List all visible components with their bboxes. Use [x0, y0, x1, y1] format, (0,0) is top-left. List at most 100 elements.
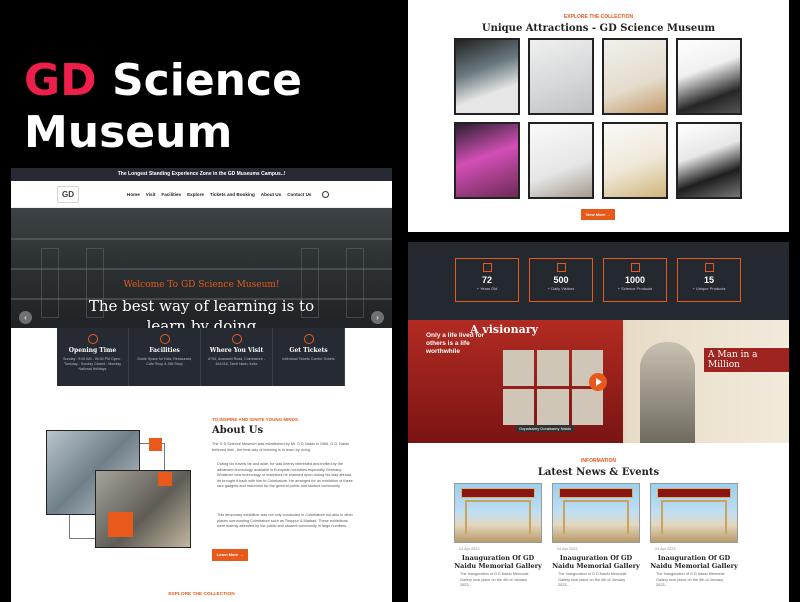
- orange-accent: [149, 438, 162, 451]
- ticket-icon: [303, 334, 314, 344]
- stat-number: 500: [553, 275, 569, 285]
- card-desc: Individual Tickets Combo Tickets: [282, 357, 335, 361]
- banner-subtitle: Welcome To GD Science Museum!: [123, 280, 280, 290]
- news-list: 24 Apr 2023 Inauguration Of GD Naidu Mem…: [454, 483, 738, 589]
- news-card-title: Inauguration Of GD Naidu Memorial Galler…: [454, 554, 542, 570]
- info-card-tickets[interactable]: Get Tickets Individual Tickets Combo Tick…: [273, 328, 345, 386]
- news-date: 24 Apr 2023: [655, 547, 676, 551]
- building-icon: [159, 334, 170, 344]
- collection-item[interactable]: [602, 122, 668, 199]
- news-title: Latest News & Events: [537, 467, 660, 478]
- hero-title-gd: GD: [24, 55, 97, 106]
- menu-about[interactable]: About Us: [261, 192, 281, 197]
- news-card[interactable]: 24 Apr 2023 Inauguration Of GD Naidu Mem…: [454, 483, 542, 589]
- hero-title-museum: Museum: [24, 107, 233, 158]
- card-title: Opening Time: [68, 347, 117, 354]
- menu: Home Visit Facilities Explore Tickets an…: [127, 192, 311, 197]
- news-section: INFORMATION Latest News & Events 24 Apr …: [408, 443, 789, 602]
- stats-band: 72 + Years Old 500 + Daily Visitors 1000 + …: [408, 242, 789, 320]
- news-image: [454, 483, 542, 543]
- stat-label: + Daily Visitors: [547, 286, 575, 291]
- menu-facilities[interactable]: Facilities: [161, 192, 181, 197]
- collection-item[interactable]: [676, 38, 742, 115]
- photo-wall: [503, 350, 603, 425]
- video-section: A visionary Only a life lived for others…: [408, 320, 789, 443]
- explore-collection-tag: EXPLORE THE COLLECTION: [168, 592, 235, 597]
- showcase-canvas: GD Science Museum The Longest Standing E…: [0, 0, 800, 602]
- museum-icon: [482, 263, 492, 272]
- news-card-desc: The Inauguration of G D Naidu Memorial G…: [460, 572, 529, 587]
- card-desc: Guide Space for Kids, Restaurant, Cafe S…: [137, 357, 192, 366]
- collection-grid: [454, 38, 744, 199]
- view-more-button[interactable]: View More →: [581, 209, 615, 220]
- play-icon[interactable]: [589, 373, 607, 391]
- banner-title: The best way of learning is to learn by …: [88, 297, 315, 328]
- search-icon[interactable]: [322, 190, 330, 198]
- stat-years: 72 + Years Old: [455, 258, 519, 302]
- info-cards: Opening Time Sunday : 9:00 AM - 06:30 PM …: [57, 328, 345, 386]
- gallery-icon: [704, 263, 714, 272]
- info-card-location[interactable]: Where You Visit #734, Avanashi Road, Coim…: [201, 328, 273, 386]
- stat-number: 72: [481, 275, 492, 285]
- hero-title: GD Science Museum: [24, 55, 302, 159]
- stat-label: + Years Old: [476, 286, 498, 291]
- stat-number: 1000: [624, 275, 646, 285]
- collection-item[interactable]: [602, 38, 668, 115]
- stat-label: + Unique Products: [692, 286, 726, 291]
- news-tag: INFORMATION: [581, 458, 616, 464]
- collection-item[interactable]: [454, 122, 520, 199]
- logo-text: GD: [62, 189, 74, 199]
- collection-item[interactable]: [676, 122, 742, 199]
- about-para-3: This temporary exhibition was not only c…: [217, 513, 353, 528]
- location-pin-icon: [231, 334, 242, 344]
- news-date: 24 Apr 2023: [459, 547, 480, 551]
- news-card[interactable]: 24 Apr 2023 Inauguration Of GD Naidu Mem…: [552, 483, 640, 589]
- collection-item[interactable]: [528, 38, 594, 115]
- prev-arrow-icon[interactable]: ‹: [19, 311, 32, 324]
- people-icon: [556, 263, 566, 272]
- about-title: About Us: [212, 425, 264, 436]
- main-nav: GD Home Visit Facilities Explore Tickets…: [11, 181, 392, 208]
- news-card[interactable]: 24 Apr 2023 Inauguration Of GD Naidu Mem…: [650, 483, 738, 589]
- menu-contact[interactable]: Contact Us: [287, 192, 311, 197]
- about-para-2: During his travels far and wide, he was …: [217, 462, 353, 488]
- stat-number: 15: [703, 275, 714, 285]
- stat-label: + Science Products: [617, 286, 653, 291]
- collection-section: EXPLORE THE COLLECTION Unique Attraction…: [408, 0, 789, 232]
- next-arrow-icon[interactable]: ›: [371, 311, 384, 324]
- news-image: [552, 483, 640, 543]
- menu-tickets[interactable]: Tickets and Booking: [210, 192, 255, 197]
- news-card-title: Inauguration Of GD Naidu Memorial Galler…: [650, 554, 738, 570]
- hero-banner: Welcome To GD Science Museum! The best w…: [11, 208, 392, 328]
- news-image: [650, 483, 738, 543]
- collection-tag: EXPLORE THE COLLECTION: [563, 14, 634, 20]
- info-card-facilities[interactable]: Facilities Guide Space for Kids, Restaura…: [129, 328, 201, 386]
- card-title: Facilities: [149, 347, 180, 354]
- orange-accent: [158, 472, 172, 486]
- frame-icon: [630, 263, 640, 272]
- collection-item[interactable]: [528, 122, 594, 199]
- menu-home[interactable]: Home: [127, 192, 140, 197]
- stat-products: 1000 + Science Products: [603, 258, 667, 302]
- site-logo[interactable]: GD: [57, 185, 79, 203]
- news-card-desc: The Inauguration of G D Naidu Memorial G…: [558, 572, 627, 587]
- portrait-caption: Gopalsamy Doraisamy Naidu: [516, 425, 575, 432]
- info-card-opening[interactable]: Opening Time Sunday : 9:00 AM - 06:30 PM …: [57, 328, 129, 386]
- menu-visit[interactable]: Visit: [146, 192, 156, 197]
- stats-row: 72 + Years Old 500 + Daily Visitors 1000 + …: [455, 258, 741, 302]
- clock-icon: [87, 334, 98, 344]
- portrait-image: [640, 342, 695, 443]
- card-desc: Sunday : 9:00 AM - 06:30 PM Open : Tuesd…: [63, 357, 122, 371]
- orange-accent: [108, 512, 133, 537]
- learn-more-button[interactable]: Learn More →: [212, 549, 248, 561]
- menu-explore[interactable]: Explore: [187, 192, 204, 197]
- collection-title: Unique Attractions - GD Science Museum: [481, 23, 716, 34]
- about-tag: TO INSPIRE AND IGNITE YOUNG MINDS: [212, 417, 298, 422]
- collection-item[interactable]: [454, 38, 520, 115]
- card-title: Get Tickets: [289, 347, 328, 354]
- stat-visitors: 500 + Daily Visitors: [529, 258, 593, 302]
- news-card-desc: The Inauguration of G D Naidu Memorial G…: [656, 572, 725, 587]
- stat-unique: 15 + Unique Products: [677, 258, 741, 302]
- announcement-bar: The Longest Standing Experience Zone in …: [11, 168, 392, 181]
- card-title: Where You Visit: [209, 347, 264, 354]
